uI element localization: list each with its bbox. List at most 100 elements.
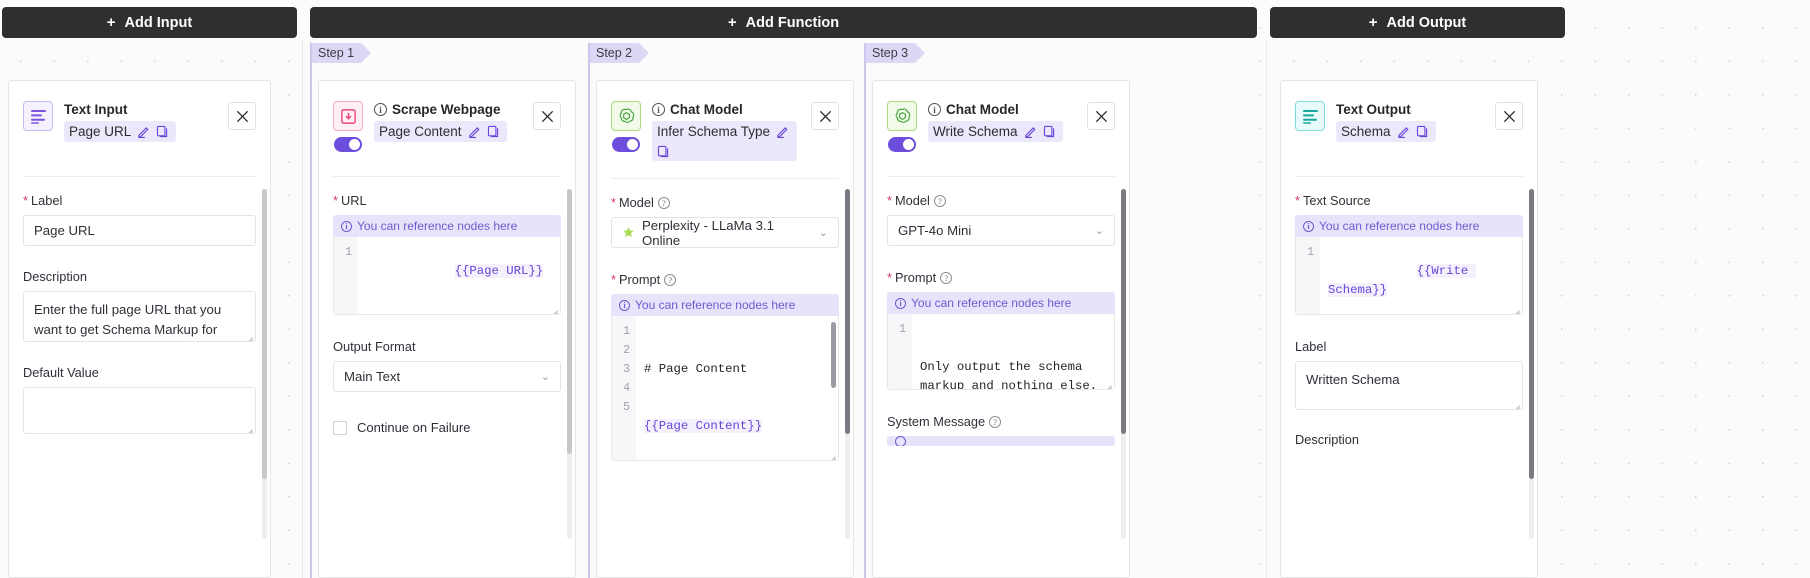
required-asterisk: * [611, 195, 616, 210]
resize-grip-icon[interactable] [1511, 399, 1520, 408]
prompt-field-title: * Prompt? [887, 270, 1115, 285]
model-select[interactable]: Perplexity - LLaMa 3.1 Online ⌄ [611, 217, 839, 248]
help-icon[interactable]: ? [933, 195, 946, 207]
chevron-down-icon: ⌄ [540, 371, 550, 383]
help-icon[interactable]: ? [989, 416, 1002, 428]
node-subtitle-chip[interactable]: Write Schema [928, 121, 1063, 142]
card-scrollbar-thumb[interactable] [845, 189, 850, 434]
node-subtitle-chip[interactable]: Page Content [374, 121, 507, 142]
plus-icon: + [106, 14, 116, 31]
node-title: i Chat Model [652, 102, 800, 117]
edit-pencil-icon[interactable] [776, 125, 789, 138]
info-icon[interactable]: i [652, 103, 665, 116]
label-textarea[interactable]: Written Schema [1295, 361, 1523, 410]
description-value: Enter the full page URL that you want to… [34, 302, 222, 337]
reference-hint-bar: i You can reference nodes here [611, 294, 839, 316]
step-3-label: Step 3 [872, 46, 909, 60]
plus-icon: + [1368, 14, 1378, 31]
text-output-node-name: Text Output [1336, 102, 1411, 117]
edit-pencil-icon[interactable] [1024, 125, 1037, 138]
info-icon [895, 436, 906, 446]
edit-pencil-icon[interactable] [1397, 125, 1410, 138]
code-scrollbar-thumb[interactable] [831, 322, 836, 388]
code-gutter: 1 2 3 4 5 [612, 316, 636, 460]
text-input-node-name: Text Input [64, 102, 128, 117]
prompt-code-editor[interactable]: i You can reference nodes here 1 Only ou… [887, 292, 1115, 390]
info-icon: i [1303, 220, 1314, 232]
required-asterisk: * [23, 193, 28, 208]
node-subtitle-chip[interactable]: Page URL [64, 121, 177, 142]
close-node-button[interactable] [533, 102, 561, 130]
help-icon[interactable]: ? [664, 274, 677, 286]
step-3-chip: Step 3 [864, 43, 926, 63]
card-scrollbar-thumb[interactable] [1121, 189, 1126, 434]
copy-icon[interactable] [657, 145, 790, 158]
close-node-button[interactable] [811, 102, 839, 130]
model-select[interactable]: GPT-4o Mini ⌄ [887, 215, 1115, 246]
help-icon[interactable]: ? [657, 197, 670, 209]
prompt-code-editor[interactable]: i You can reference nodes here 1 2 3 4 5… [611, 294, 839, 461]
card-scrollbar-thumb[interactable] [567, 189, 572, 454]
help-icon[interactable]: ? [940, 272, 953, 284]
card-scrollbar-thumb[interactable] [1529, 189, 1534, 479]
node-enable-toggle[interactable] [612, 137, 640, 152]
reference-hint-text: You can reference nodes here [911, 296, 1072, 310]
node-subtitle-label: Schema [1341, 124, 1391, 139]
close-node-button[interactable] [1087, 102, 1115, 130]
card-scrollbar-thumb[interactable] [262, 189, 267, 479]
node-subtitle-label: Write Schema [933, 124, 1018, 139]
default-value-textarea[interactable] [23, 387, 256, 434]
continue-on-failure-checkbox[interactable] [333, 420, 347, 435]
reference-hint-text: You can reference nodes here [1319, 219, 1480, 233]
close-node-button[interactable] [228, 102, 256, 130]
text-input-icon [23, 101, 53, 131]
copy-icon[interactable] [1043, 125, 1056, 138]
column-separator [302, 41, 303, 578]
reference-hint-bar: i You can reference nodes here [333, 215, 561, 237]
reference-hint-bar [887, 436, 1115, 446]
copy-icon[interactable] [487, 125, 500, 138]
code-content[interactable]: # Page Content {{Page Content}} --- I've… [636, 316, 838, 460]
close-node-button[interactable] [1495, 102, 1523, 130]
code-content[interactable]: {{Page URL}} [358, 237, 560, 314]
label-input[interactable]: Page URL [23, 215, 256, 246]
output-format-field-title: Output Format [333, 339, 416, 354]
info-icon[interactable]: i [928, 103, 941, 116]
node-card-chat-model-write[interactable]: i Chat Model Write Schema * Model ? GPT-… [872, 80, 1130, 578]
step-1-chip: Step 1 [310, 43, 372, 63]
output-format-select[interactable]: Main Text ⌄ [333, 361, 561, 392]
add-input-button[interactable]: + Add Input [2, 7, 297, 38]
resize-grip-icon[interactable] [244, 423, 253, 432]
code-gutter: 1 [334, 237, 358, 314]
code-content[interactable]: Only output the schema markup and nothin… [912, 314, 1114, 389]
url-code-editor[interactable]: i You can reference nodes here 1 {{Page … [333, 215, 561, 315]
node-card-scrape-webpage[interactable]: i Scrape Webpage Page Content * URL i Yo… [318, 80, 576, 578]
info-icon[interactable]: i [374, 103, 387, 116]
line-number: 2 [623, 344, 630, 357]
node-subtitle-chip[interactable]: Infer Schema Type [652, 121, 797, 161]
add-function-button[interactable]: + Add Function [310, 7, 1257, 38]
required-asterisk: * [887, 270, 892, 285]
node-subtitle-label: Page Content [379, 124, 462, 139]
node-card-text-input[interactable]: Text Input Page URL * Label Page URL Des… [8, 80, 271, 578]
copy-icon[interactable] [1416, 125, 1429, 138]
code-content[interactable]: {{Write Schema}} [1320, 237, 1522, 314]
description-textarea[interactable]: Enter the full page URL that you want to… [23, 291, 256, 342]
url-field-title: * URL [333, 193, 367, 208]
node-subtitle-chip[interactable]: Schema [1336, 121, 1436, 142]
code-line: {{Page Content}} [644, 417, 832, 436]
add-output-button[interactable]: + Add Output [1270, 7, 1565, 38]
reference-hint-text: You can reference nodes here [357, 219, 518, 233]
copy-icon[interactable] [156, 125, 169, 138]
text-source-code-editor[interactable]: i You can reference nodes here 1 {{Write… [1295, 215, 1523, 315]
node-card-text-output[interactable]: Text Output Schema * Text Source i You c… [1280, 80, 1538, 578]
node-enable-toggle[interactable] [888, 137, 916, 152]
resize-grip-icon[interactable] [244, 331, 253, 340]
node-enable-toggle[interactable] [334, 137, 362, 152]
system-message-code-editor[interactable] [887, 436, 1115, 446]
continue-on-failure-row[interactable]: Continue on Failure [333, 420, 561, 435]
edit-pencil-icon[interactable] [137, 125, 150, 138]
line-number: 3 [623, 363, 630, 376]
node-card-chat-model-infer[interactable]: i Chat Model Infer Schema Type * Model ?… [596, 80, 854, 578]
edit-pencil-icon[interactable] [468, 125, 481, 138]
